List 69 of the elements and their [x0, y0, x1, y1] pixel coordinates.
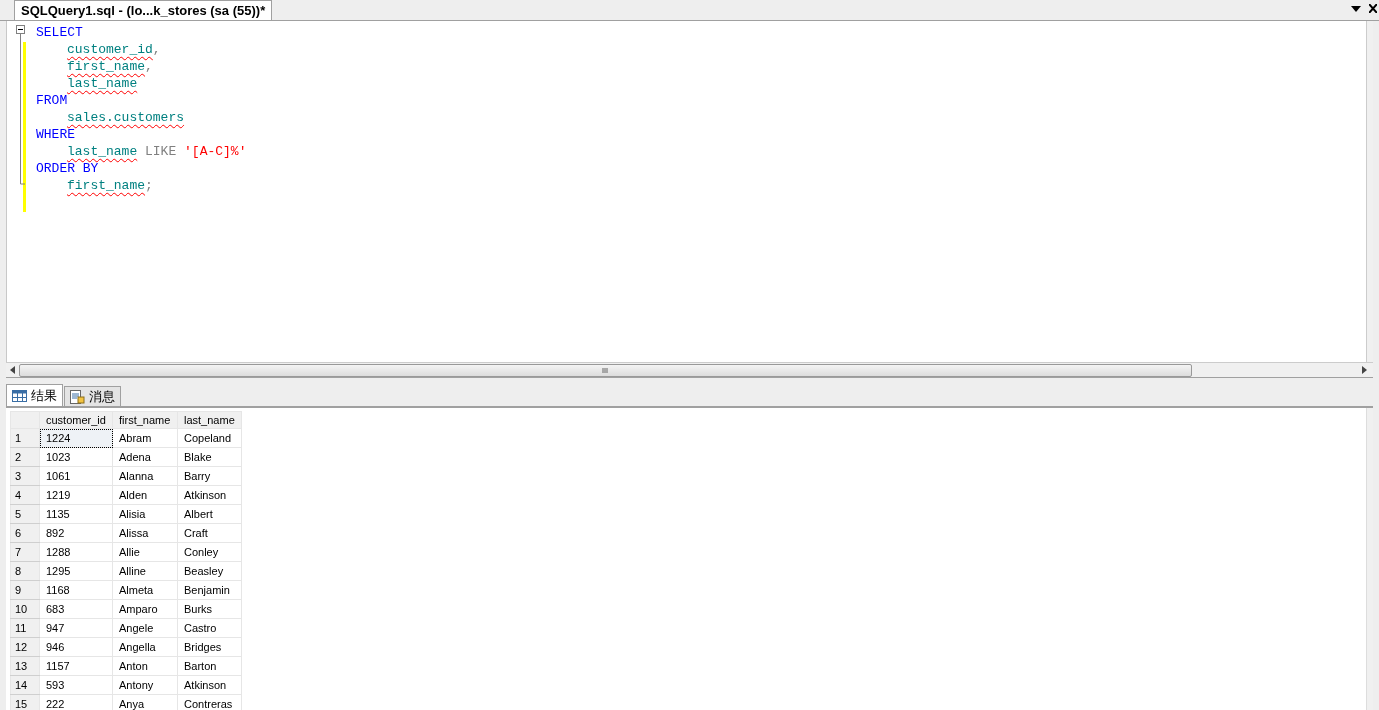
column-header[interactable]: last_name [177, 411, 242, 429]
code-line: SELECT [36, 24, 84, 41]
scroll-left-icon[interactable] [10, 366, 15, 374]
scroll-right-icon[interactable] [1362, 366, 1367, 374]
column-header[interactable]: customer_id [39, 411, 113, 429]
code-line: WHERE [36, 126, 76, 143]
table-cell: Craft [177, 523, 242, 543]
table-cell: 946 [39, 637, 113, 657]
code-line: last_name LIKE '[A-C]%' [66, 143, 247, 160]
code-line: last_name [66, 75, 139, 92]
document-icon [70, 389, 85, 404]
table-cell: Amparo [112, 599, 178, 619]
table-cell: 1135 [39, 504, 113, 524]
table-cell: Castro [177, 618, 242, 638]
scroll-thumb[interactable] [19, 363, 1192, 377]
table-cell: 1023 [39, 447, 113, 467]
document-tab[interactable]: SQLQuery1.sql - (lo...k_stores (sa (55))* [14, 0, 273, 20]
table-cell: Copeland [177, 428, 242, 448]
table-cell: Alanna [112, 466, 178, 486]
table-cell: Beasley [177, 561, 242, 581]
table-cell: 1061 [39, 466, 113, 486]
vertical-scrollbar[interactable] [1366, 21, 1373, 362]
table-cell: 947 [39, 618, 113, 638]
table-cell: Atkinson [177, 675, 242, 695]
corner-cell [10, 411, 40, 429]
table-cell: Alisia [112, 504, 178, 524]
table-cell: 1295 [39, 561, 113, 581]
table-cell: 1219 [39, 485, 113, 505]
table-cell: Angele [112, 618, 178, 638]
column-header[interactable]: first_name [112, 411, 178, 429]
results-tab[interactable]: 消息 [64, 386, 121, 406]
table-cell: Adena [112, 447, 178, 467]
table-cell: Benjamin [177, 580, 242, 600]
table-cell: 593 [39, 675, 113, 695]
table-cell: Barton [177, 656, 242, 676]
table-cell: Antony [112, 675, 178, 695]
dropdown-icon[interactable] [1351, 5, 1361, 12]
table-cell: Albert [177, 504, 242, 524]
results-tab[interactable]: 结果 [6, 384, 63, 406]
grip-icon [602, 367, 609, 373]
table-cell: 1288 [39, 542, 113, 562]
table-cell: Abram [112, 428, 178, 448]
table-cell: Alissa [112, 523, 178, 543]
close-icon[interactable] [1369, 4, 1377, 13]
code-line: customer_id, [66, 41, 162, 58]
table-cell: Barry [177, 466, 242, 486]
table-cell: 892 [39, 523, 113, 543]
table-cell: Anton [112, 656, 178, 676]
grid-icon [12, 389, 27, 402]
table-cell: Alline [112, 561, 178, 581]
table-cell: Atkinson [177, 485, 242, 505]
table-cell: Blake [177, 447, 242, 467]
table-cell: Angella [112, 637, 178, 657]
code-line: sales.customers [66, 109, 186, 126]
table-cell: Almeta [112, 580, 178, 600]
table-cell: Conley [177, 542, 242, 562]
table-cell: 1168 [39, 580, 113, 600]
table-cell: 1157 [39, 656, 113, 676]
table-cell: 683 [39, 599, 113, 619]
table-cell: Bridges [177, 637, 242, 657]
table-cell: Burks [177, 599, 242, 619]
collapse-icon[interactable] [16, 25, 25, 185]
vertical-scrollbar[interactable] [1366, 408, 1373, 710]
code-line: FROM [36, 92, 69, 109]
code-line: first_name; [66, 177, 154, 194]
table-cell: Alden [112, 485, 178, 505]
code-line: first_name, [66, 58, 154, 75]
table-cell: Allie [112, 542, 178, 562]
code-line: ORDER BY [36, 160, 100, 177]
